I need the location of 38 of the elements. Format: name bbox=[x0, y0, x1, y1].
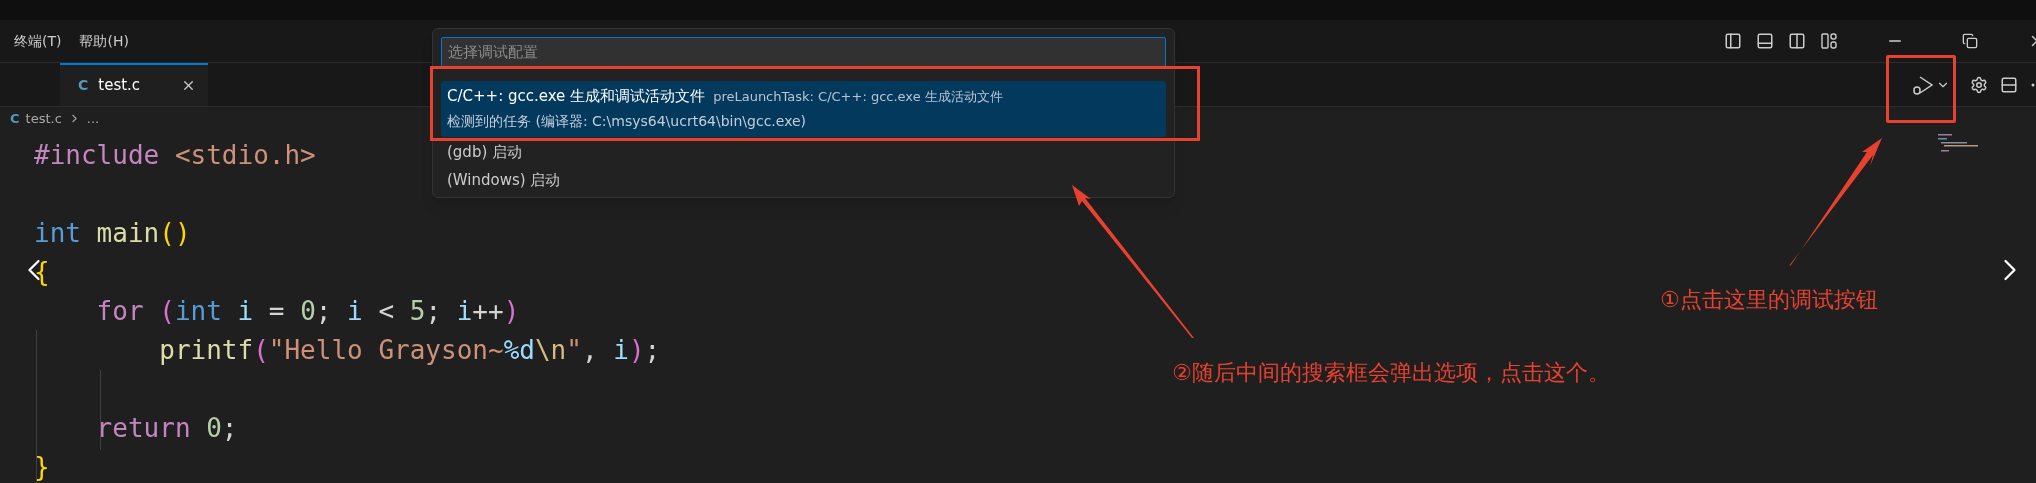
toggle-sidebar-icon[interactable] bbox=[1724, 32, 1742, 50]
customize-layout-icon[interactable] bbox=[1820, 32, 1838, 50]
search-field[interactable]: 选择调试配置 bbox=[441, 37, 1166, 67]
code-line: printf("Hello Grayson~%d\n", i); bbox=[158, 333, 661, 367]
breadcrumb-item[interactable]: ... bbox=[86, 108, 100, 129]
item-label: (Windows) 启动 bbox=[447, 170, 561, 191]
item-detail: 检测到的任务 (编译器: C:\msys64\ucrt64\bin\gcc.exe) bbox=[447, 111, 807, 131]
split-editor-icon[interactable] bbox=[2000, 75, 2018, 94]
highlight-frame bbox=[1886, 55, 1956, 123]
editor-tab[interactable]: C test.c bbox=[60, 63, 208, 106]
item-label: (gdb) 启动 bbox=[447, 142, 523, 163]
item-label: C/C++: gcc.exe 生成和调试活动文件 bbox=[447, 86, 706, 107]
minimap[interactable] bbox=[1938, 134, 1978, 154]
c-file-icon: C bbox=[10, 108, 20, 129]
code-line: return 0; bbox=[95, 411, 238, 445]
c-file-icon: C bbox=[78, 75, 89, 96]
quick-pick-item[interactable]: C/C++: gcc.exe 生成和调试活动文件 preLaunchTask: C/C++: gcc.exe 生成活动文件 检测到的任务 (编译器: C:\msys64\ucrt64\bin\gcc.exe) bbox=[441, 81, 1166, 137]
annotation-text: ①点击这里的调试按钮 bbox=[1660, 286, 1878, 314]
tab-label: test.c bbox=[98, 75, 141, 97]
run-debug-icon[interactable] bbox=[1912, 73, 1934, 96]
code-line: } bbox=[34, 450, 50, 483]
annotation-text: ②随后中间的搜索框会弹出选项，点击这个。 bbox=[1172, 359, 1610, 387]
menu-item[interactable]: 终端(T) bbox=[14, 30, 62, 52]
more-icon[interactable] bbox=[2030, 82, 2036, 87]
code-line: int main() bbox=[34, 216, 191, 250]
item-description: preLaunchTask: C/C++: gcc.exe 生成活动文件 bbox=[713, 88, 1003, 106]
toggle-secondary-sidebar-icon[interactable] bbox=[1788, 32, 1806, 50]
code-line: for (int i = 0; i < 5; i++) bbox=[95, 294, 520, 328]
breadcrumb-item[interactable]: test.c bbox=[25, 108, 62, 129]
restore-icon[interactable] bbox=[1962, 33, 1978, 49]
quick-pick-item[interactable]: (Windows) 启动 bbox=[441, 167, 1166, 195]
toggle-panel-icon[interactable] bbox=[1756, 32, 1774, 50]
quick-pick-item[interactable]: (gdb) 启动 bbox=[441, 139, 1166, 167]
close-icon[interactable] bbox=[181, 78, 196, 93]
settings-icon[interactable] bbox=[1970, 75, 1988, 94]
menu-item[interactable]: 帮助(H) bbox=[79, 30, 129, 52]
code-line: #include <stdio.h> bbox=[34, 138, 316, 172]
code-line: { bbox=[34, 255, 50, 289]
